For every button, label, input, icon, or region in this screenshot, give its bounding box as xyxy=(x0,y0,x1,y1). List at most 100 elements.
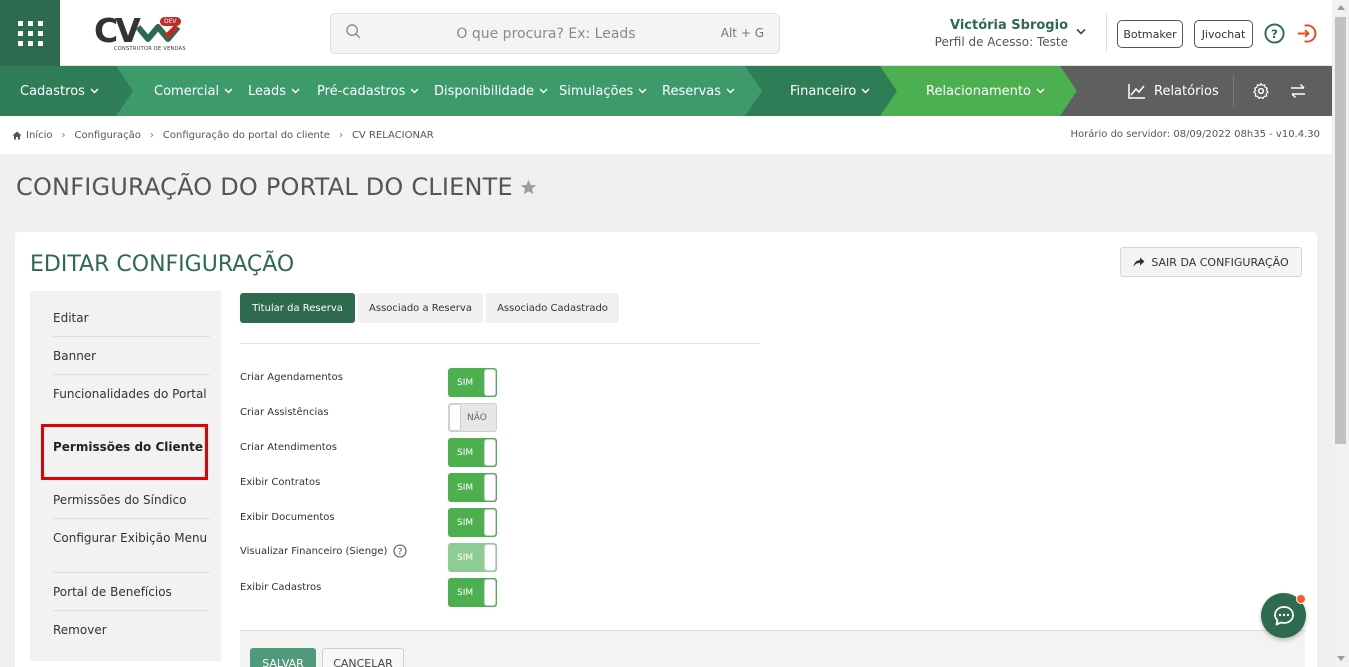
config-card: EDITAR CONFIGURAÇÃO SAIR DA CONFIGURAÇÃO… xyxy=(15,232,1317,667)
toggle-agendamentos[interactable]: SIM xyxy=(448,368,497,397)
home-icon xyxy=(12,131,22,140)
line-chart-icon xyxy=(1128,84,1145,99)
toggle-knob xyxy=(449,404,461,431)
toggle-value: SIM xyxy=(457,517,474,528)
toggle-documentos[interactable]: SIM xyxy=(448,508,497,537)
nav-relatorios[interactable]: Relatórios xyxy=(1128,66,1219,116)
logo-subtitle: CONSTRUTOR DE VENDAS xyxy=(114,46,186,52)
sidebar-item-funcionalidades[interactable]: Funcionalidades do Portal xyxy=(53,386,210,402)
nav-label: Relacionamento xyxy=(926,83,1031,99)
logo[interactable]: CV DEV CONSTRUTOR DE VENDAS xyxy=(92,14,187,54)
user-info[interactable]: Victória Sbrogio Perfil de Acesso: Teste xyxy=(900,18,1068,50)
perm-label-atendimentos: Criar Atendimentos xyxy=(240,442,337,453)
tabs-divider xyxy=(240,343,760,344)
gear-icon[interactable] xyxy=(1252,82,1270,100)
scroll-down-arrow[interactable] xyxy=(1337,656,1345,661)
main-nav: Cadastros Comercial Leads Pré-cadastros … xyxy=(0,66,1332,116)
scroll-up-arrow[interactable] xyxy=(1337,5,1345,10)
nav-reservas[interactable]: Reservas xyxy=(662,66,735,116)
sidebar-item-permissoes-sindico[interactable]: Permissões do Síndico xyxy=(53,492,210,508)
breadcrumb-bar: Início › Configuração › Configuração do … xyxy=(0,116,1332,154)
tab-titular-reserva[interactable]: Titular da Reserva xyxy=(240,293,355,323)
perm-label-assistencias: Criar Assistências xyxy=(240,407,329,418)
chevron-down-icon[interactable] xyxy=(1076,28,1086,36)
swap-arrows-icon[interactable] xyxy=(1290,83,1306,99)
toggle-assistencias[interactable]: NÃO xyxy=(448,403,497,432)
scroll-thumb[interactable] xyxy=(1335,17,1346,444)
toggle-contratos[interactable]: SIM xyxy=(448,473,497,502)
page-scrollbar[interactable] xyxy=(1332,0,1349,667)
chevron-down-icon xyxy=(726,88,735,94)
nav-leads[interactable]: Leads xyxy=(248,66,300,116)
nav-relacionamento[interactable]: Relacionamento xyxy=(926,66,1045,116)
sidebar-item-remover[interactable]: Remover xyxy=(53,622,210,638)
jivochat-button[interactable]: Jivochat xyxy=(1194,20,1253,48)
tab-associado-cadastrado[interactable]: Associado Cadastrado xyxy=(486,293,619,323)
apps-menu-button[interactable] xyxy=(0,0,60,66)
sidebar-divider xyxy=(53,518,210,519)
highlight-box xyxy=(41,424,208,480)
header-divider xyxy=(1106,14,1107,52)
toggle-value: SIM xyxy=(457,587,474,598)
help-circle-icon[interactable]: ? xyxy=(1264,23,1285,44)
page-title: CONFIGURAÇÃO DO PORTAL DO CLIENTE xyxy=(16,173,537,201)
sidebar-item-portal-beneficios[interactable]: Portal de Benefícios xyxy=(53,584,210,600)
sidebar-item-configurar-menu[interactable]: Configurar Exibição Menu xyxy=(53,530,210,546)
perm-label-agendamentos: Criar Agendamentos xyxy=(240,372,343,383)
user-profile: Perfil de Acesso: Teste xyxy=(934,35,1068,49)
share-arrow-icon xyxy=(1133,257,1145,267)
breadcrumb-separator: › xyxy=(61,130,66,141)
global-search[interactable]: Alt + G xyxy=(330,13,780,54)
help-circle-icon[interactable]: ? xyxy=(393,544,408,558)
breadcrumb-home[interactable]: Início xyxy=(26,130,52,141)
nav-label: Simulações xyxy=(559,83,634,99)
nav-label: Leads xyxy=(248,83,287,99)
toggle-value: SIM xyxy=(457,552,474,563)
chevron-down-icon xyxy=(861,88,870,94)
nav-disponibilidade[interactable]: Disponibilidade xyxy=(434,66,548,116)
sidebar-item-banner[interactable]: Banner xyxy=(53,348,210,364)
toggle-knob xyxy=(484,474,496,501)
toggle-atendimentos[interactable]: SIM xyxy=(448,438,497,467)
chevron-down-icon xyxy=(224,88,233,94)
sidebar-divider xyxy=(53,610,210,611)
nav-simulacoes[interactable]: Simulações xyxy=(559,66,647,116)
tab-associado-reserva[interactable]: Associado a Reserva xyxy=(358,293,483,323)
star-icon[interactable] xyxy=(520,179,537,196)
breadcrumb-portal[interactable]: Configuração do portal do cliente xyxy=(163,130,330,141)
chevron-down-icon xyxy=(410,88,419,94)
perm-label-documentos: Exibir Documentos xyxy=(240,512,335,523)
search-input[interactable] xyxy=(381,23,711,45)
nav-financeiro[interactable]: Financeiro xyxy=(790,66,870,116)
toggle-financeiro[interactable]: SIM xyxy=(448,543,497,572)
breadcrumb-separator: › xyxy=(338,130,343,141)
logout-icon[interactable] xyxy=(1296,23,1317,44)
nav-label: Cadastros xyxy=(20,83,85,99)
nav-cadastros[interactable]: Cadastros xyxy=(20,66,99,116)
botmaker-button[interactable]: Botmaker xyxy=(1117,20,1183,48)
toggle-cadastros[interactable]: SIM xyxy=(448,578,497,607)
nav-pre-cadastros[interactable]: Pré-cadastros xyxy=(317,66,419,116)
breadcrumb-configuracao[interactable]: Configuração xyxy=(74,130,140,141)
exit-config-button[interactable]: SAIR DA CONFIGURAÇÃO xyxy=(1120,247,1302,277)
chevron-down-icon xyxy=(90,88,99,94)
nav-label: Disponibilidade xyxy=(434,83,535,99)
cancel-button[interactable]: CANCELAR xyxy=(322,648,404,667)
perm-label-cadastros: Exibir Cadastros xyxy=(240,582,322,593)
nav-divider xyxy=(1233,75,1234,107)
user-name: Victória Sbrogio xyxy=(949,18,1068,33)
nav-label: Reservas xyxy=(662,83,721,99)
chevron-down-icon xyxy=(638,88,647,94)
perm-label-contratos: Exibir Contratos xyxy=(240,477,321,488)
toggle-knob xyxy=(484,509,496,536)
chat-bubble-icon xyxy=(1273,605,1294,625)
sidebar-item-editar[interactable]: Editar xyxy=(53,310,210,326)
page-title-text: CONFIGURAÇÃO DO PORTAL DO CLIENTE xyxy=(16,173,513,201)
svg-text:?: ? xyxy=(398,547,403,557)
toggle-value: SIM xyxy=(457,482,474,493)
nav-comercial[interactable]: Comercial xyxy=(154,66,233,116)
server-time: Horário do servidor: 08/09/2022 08h35 - … xyxy=(1070,129,1320,140)
toggle-knob xyxy=(484,439,496,466)
logo-dev-badge: DEV xyxy=(160,17,181,26)
save-button[interactable]: SALVAR xyxy=(250,648,316,667)
